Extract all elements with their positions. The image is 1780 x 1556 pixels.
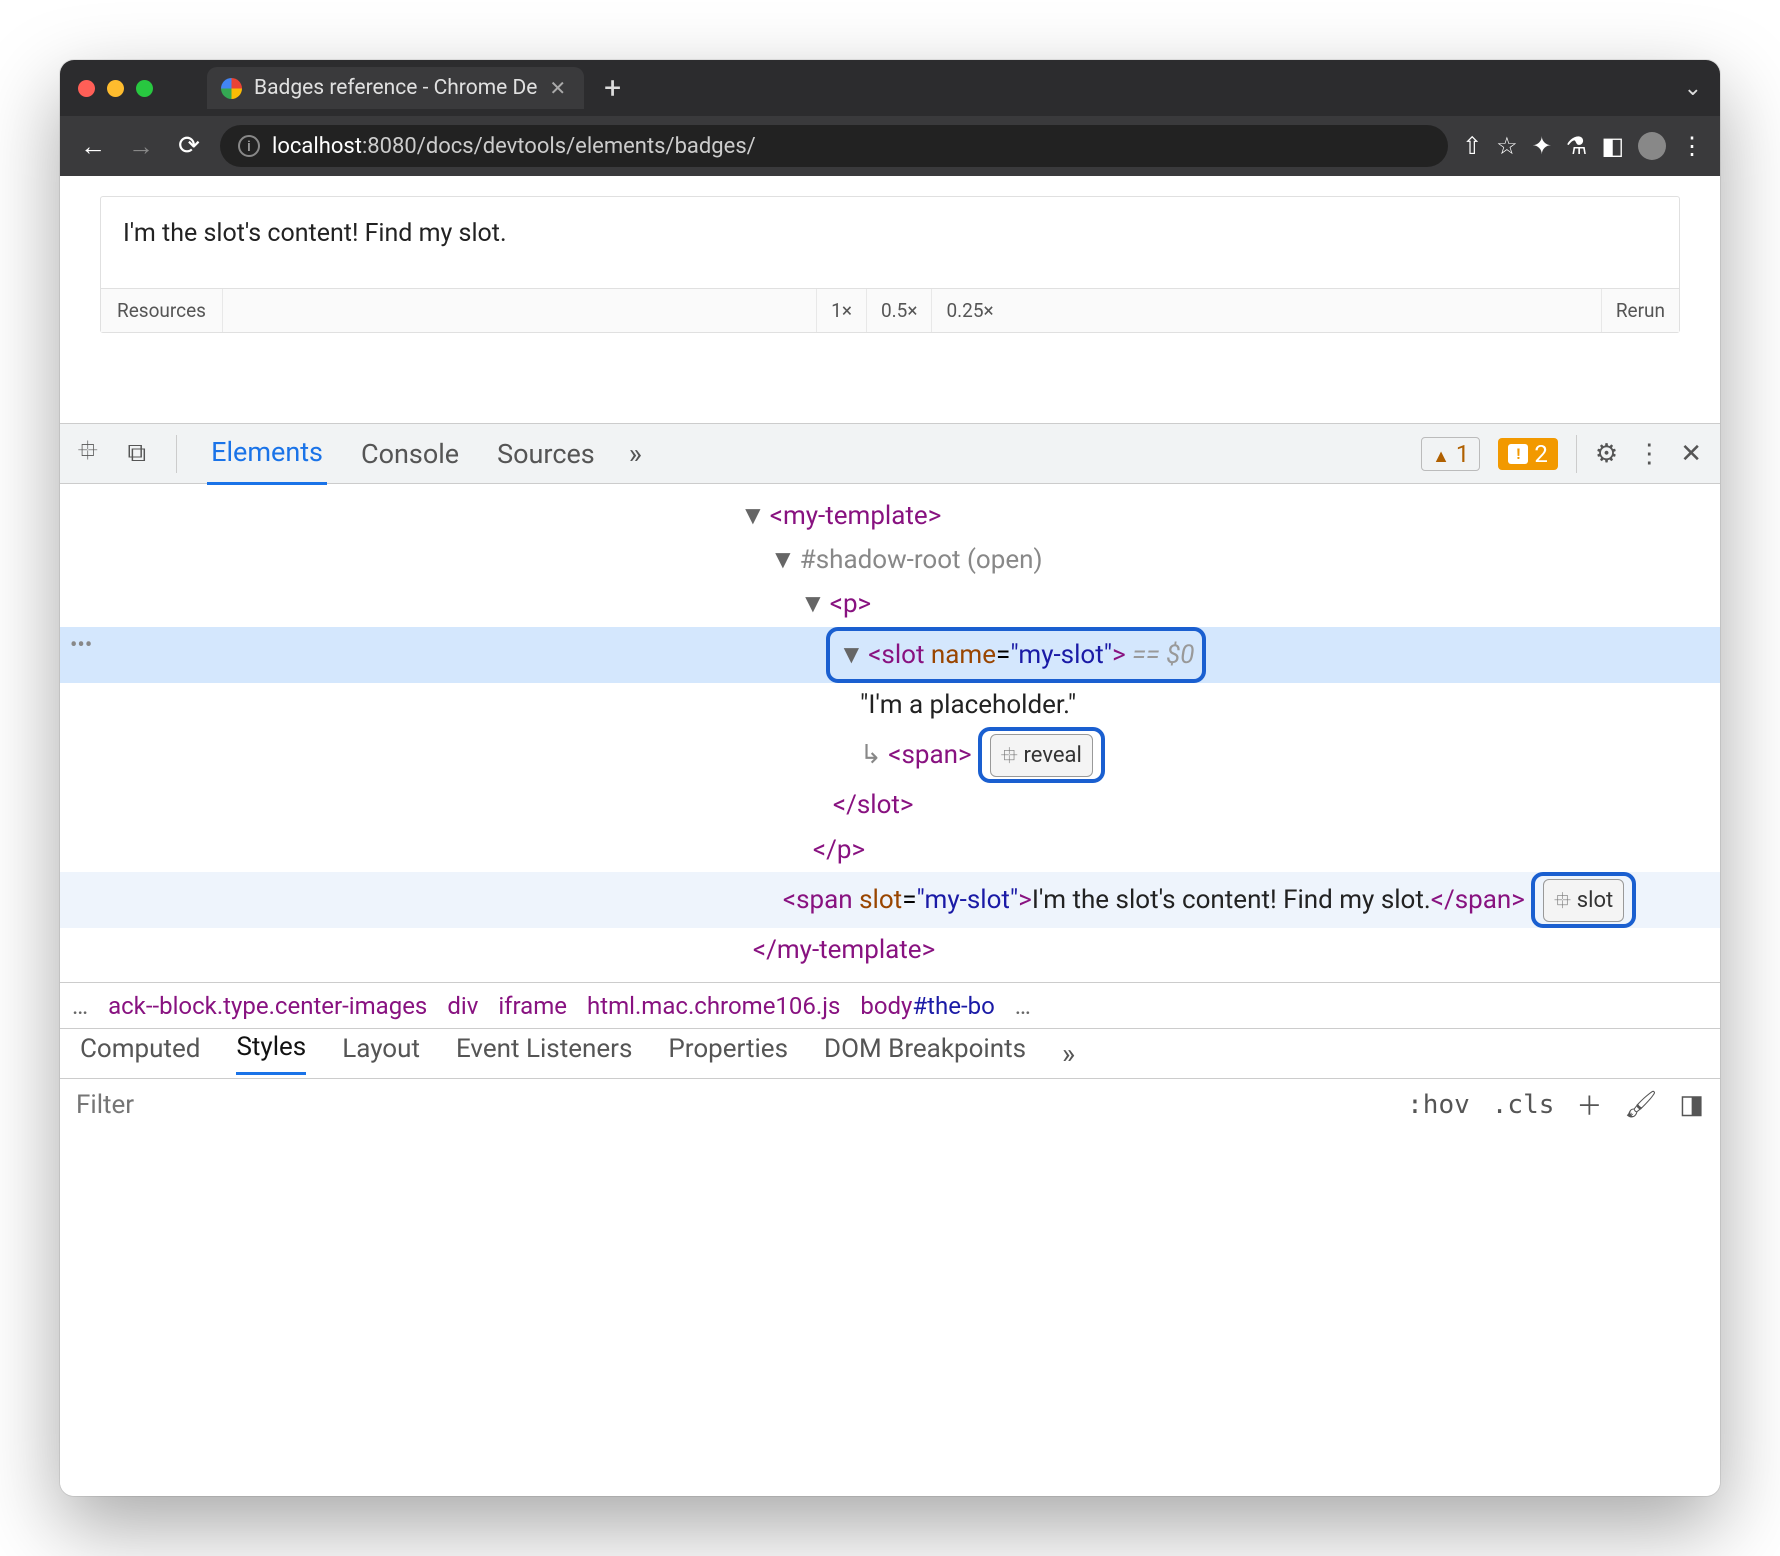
dom-row[interactable]: ▼#shadow-root (open): [60, 538, 1720, 582]
tab-styles[interactable]: Styles: [236, 1032, 306, 1075]
window-controls: [78, 80, 153, 97]
tab-dom-breakpoints[interactable]: DOM Breakpoints: [824, 1034, 1026, 1074]
slot-content-text: I'm the slot's content! Find my slot.: [101, 197, 1679, 288]
ellipsis-icon[interactable]: •••: [70, 627, 92, 664]
tab-event-listeners[interactable]: Event Listeners: [456, 1034, 632, 1074]
breadcrumb-item[interactable]: div: [447, 992, 478, 1020]
dom-tree: ▼<my-template> ▼#shadow-root (open) ▼<p>…: [60, 484, 1720, 982]
reload-button[interactable]: ⟳: [172, 131, 206, 161]
select-icon: ⯐: [1554, 882, 1571, 919]
page-content: I'm the slot's content! Find my slot. Re…: [60, 176, 1720, 333]
paint-icon[interactable]: 🖌: [1624, 1090, 1657, 1120]
breadcrumb-item[interactable]: ack--block.type.center-images: [108, 992, 427, 1020]
bookmark-icon[interactable]: ☆: [1496, 132, 1518, 160]
more-tabs-icon[interactable]: »: [629, 437, 642, 470]
select-icon: ⯐: [1001, 737, 1018, 774]
highlighted-slot-element: ▼<slot name="my-slot"> == $0: [826, 627, 1206, 683]
highlighted-reveal-badge: ⯐reveal: [978, 727, 1105, 783]
back-button[interactable]: ←: [76, 131, 110, 162]
errors-badge[interactable]: !2: [1498, 438, 1558, 470]
menu-icon[interactable]: ⋮: [1680, 132, 1704, 160]
tab-sources[interactable]: Sources: [493, 424, 599, 484]
extensions-icon[interactable]: ✦: [1532, 132, 1552, 160]
new-style-rule-icon[interactable]: ＋: [1576, 1086, 1602, 1123]
reveal-badge[interactable]: ⯐reveal: [990, 734, 1093, 777]
toolbar: ← → ⟳ i localhost:8080/docs/devtools/ele…: [60, 116, 1720, 176]
breadcrumb-item[interactable]: body#the-bo: [860, 992, 994, 1020]
warnings-badge[interactable]: 1: [1421, 437, 1480, 471]
titlebar: Badges reference - Chrome De ✕ + ⌄: [60, 60, 1720, 116]
browser-window: Badges reference - Chrome De ✕ + ⌄ ← → ⟳…: [60, 60, 1720, 1496]
tab-layout[interactable]: Layout: [342, 1034, 420, 1074]
styles-filter-input[interactable]: [76, 1090, 1385, 1120]
minimize-window-button[interactable]: [107, 80, 124, 97]
demo-card-footer: Resources 1× 0.5× 0.25× Rerun: [101, 288, 1679, 332]
panel-icon[interactable]: ◧: [1601, 132, 1624, 160]
close-tab-icon[interactable]: ✕: [549, 76, 566, 100]
close-devtools-icon[interactable]: ✕: [1680, 439, 1702, 469]
share-icon[interactable]: ⇧: [1462, 132, 1482, 160]
content-area: I'm the slot's content! Find my slot. Re…: [60, 176, 1720, 1496]
dom-row[interactable]: </my-template>: [60, 928, 1720, 972]
error-icon: !: [1508, 444, 1528, 464]
dom-row-selected[interactable]: ••• ▼<slot name="my-slot"> == $0: [60, 627, 1720, 683]
tab-title: Badges reference - Chrome De: [254, 76, 537, 100]
tab-console[interactable]: Console: [357, 424, 463, 484]
zoom-05x-button[interactable]: 0.5×: [866, 289, 932, 332]
chrome-icon: [221, 78, 242, 99]
url-path: :8080/docs/devtools/elements/badges/: [362, 134, 756, 159]
devtools-tabbar: ⯐ ⧉ Elements Console Sources » 1 !2 ⚙ ⋮ …: [60, 424, 1720, 484]
hov-toggle[interactable]: :hov: [1407, 1090, 1470, 1120]
demo-card: I'm the slot's content! Find my slot. Re…: [100, 196, 1680, 333]
new-tab-button[interactable]: +: [604, 71, 621, 106]
forward-button[interactable]: →: [124, 131, 158, 162]
breadcrumb-item[interactable]: html.mac.chrome106.js: [587, 992, 840, 1020]
highlighted-slot-badge: ⯐slot: [1531, 872, 1636, 928]
resources-button[interactable]: Resources: [101, 289, 223, 332]
tab-strip: Badges reference - Chrome De ✕ +: [207, 60, 621, 116]
labs-icon[interactable]: ⚗: [1566, 132, 1588, 160]
breadcrumb-overflow-right[interactable]: …: [1015, 992, 1031, 1020]
kebab-menu-icon[interactable]: ⋮: [1636, 439, 1662, 469]
separator: [1576, 435, 1577, 473]
more-styles-tabs-icon[interactable]: »: [1062, 1037, 1075, 1070]
styles-tabbar: Computed Styles Layout Event Listeners P…: [60, 1028, 1720, 1078]
site-info-icon[interactable]: i: [238, 135, 260, 157]
dom-row[interactable]: ↳ <span> ⯐reveal: [60, 727, 1720, 783]
rerun-button[interactable]: Rerun: [1601, 289, 1679, 332]
zoom-025x-button[interactable]: 0.25×: [931, 289, 1007, 332]
panel-toggle-icon[interactable]: ◨: [1679, 1090, 1704, 1120]
cls-toggle[interactable]: .cls: [1492, 1090, 1555, 1120]
styles-filter-bar: :hov .cls ＋ 🖌 ◨: [60, 1078, 1720, 1130]
dom-row-hover[interactable]: <span slot="my-slot">I'm the slot's cont…: [60, 872, 1720, 928]
device-toolbar-icon[interactable]: ⧉: [128, 438, 147, 469]
devtools-panel: ⯐ ⧉ Elements Console Sources » 1 !2 ⚙ ⋮ …: [60, 423, 1720, 1496]
dom-row[interactable]: </slot>: [60, 783, 1720, 827]
dom-row[interactable]: ▼<my-template>: [60, 494, 1720, 538]
tab-properties[interactable]: Properties: [668, 1034, 788, 1074]
browser-tab[interactable]: Badges reference - Chrome De ✕: [207, 67, 584, 109]
dom-row[interactable]: "I'm a placeholder.": [60, 683, 1720, 727]
warning-icon: [1432, 440, 1450, 468]
slot-badge[interactable]: ⯐slot: [1543, 879, 1624, 922]
inspect-icon[interactable]: ⯐: [78, 432, 98, 476]
breadcrumb-item[interactable]: iframe: [498, 992, 567, 1020]
maximize-window-button[interactable]: [136, 80, 153, 97]
zoom-1x-button[interactable]: 1×: [816, 289, 866, 332]
tab-list-button[interactable]: ⌄: [1684, 76, 1702, 101]
dom-row[interactable]: ▼<p>: [60, 582, 1720, 626]
separator: [176, 435, 177, 473]
close-window-button[interactable]: [78, 80, 95, 97]
breadcrumb-overflow-left[interactable]: …: [72, 992, 88, 1020]
breadcrumb-bar: … ack--block.type.center-images div ifra…: [60, 982, 1720, 1028]
dom-row[interactable]: </p>: [60, 828, 1720, 872]
tab-elements[interactable]: Elements: [207, 422, 327, 485]
settings-icon[interactable]: ⚙: [1595, 439, 1618, 469]
profile-avatar[interactable]: [1638, 132, 1666, 160]
url-host: localhost: [272, 134, 362, 159]
address-bar[interactable]: i localhost:8080/docs/devtools/elements/…: [220, 125, 1448, 167]
tab-computed[interactable]: Computed: [80, 1034, 200, 1074]
